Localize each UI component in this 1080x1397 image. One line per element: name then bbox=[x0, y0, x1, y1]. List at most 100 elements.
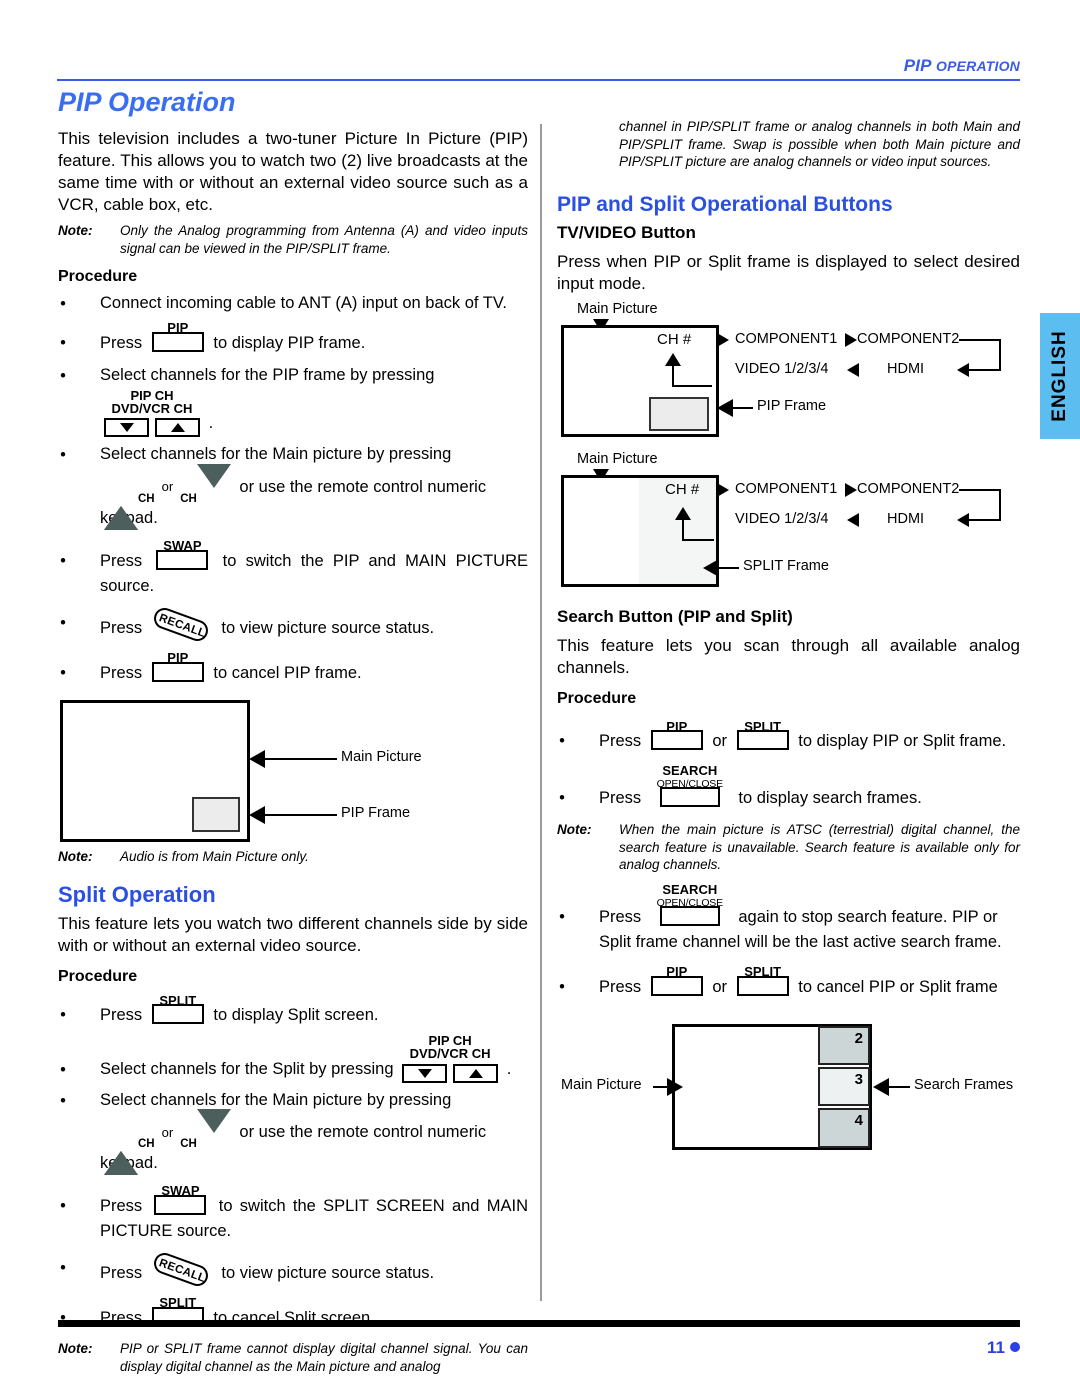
or-text: or bbox=[712, 732, 728, 751]
list-item: • Press RECALL to view picture source st… bbox=[58, 1249, 528, 1289]
channel-up-arrow[interactable]: CH bbox=[104, 1132, 155, 1175]
right-column: channel in PIP/SPLIT frame or analog cha… bbox=[557, 118, 1020, 1162]
leader-pip-frame bbox=[264, 814, 337, 817]
procedure-heading-split: Procedure bbox=[58, 968, 138, 986]
search-description: This feature lets you scan through all a… bbox=[557, 635, 1020, 678]
bullet-text-post: to display PIP frame. bbox=[213, 333, 366, 352]
bullet-text-post: to view picture source status. bbox=[221, 618, 435, 637]
channel-down-label: CH bbox=[180, 1138, 197, 1150]
key-recall[interactable]: RECALL bbox=[150, 1249, 211, 1289]
bullet-text: Select channels for the Main picture by … bbox=[100, 445, 452, 464]
triangle-up-icon bbox=[104, 1133, 138, 1175]
list-item: • Connect incoming cable to ANT (A) inpu… bbox=[58, 293, 528, 315]
leader-comp2-right bbox=[959, 338, 1001, 341]
label-main-picture: Main Picture bbox=[577, 450, 658, 467]
bullet-dot: • bbox=[60, 1258, 66, 1277]
label-video-inputs: VIDEO 1/2/3/4 bbox=[735, 360, 829, 377]
label-pip-frame: PIP Frame bbox=[341, 805, 411, 822]
label-component2: COMPONENT2 bbox=[857, 330, 960, 347]
trailing-period: . bbox=[208, 414, 214, 433]
key-pipch-dvdvcrch[interactable]: PIP CH DVD/VCR CH bbox=[104, 388, 200, 438]
intro-paragraph: This television includes a two-tuner Pic… bbox=[58, 128, 528, 214]
tvvideo-description: Press when PIP or Split frame is display… bbox=[557, 251, 1020, 293]
channel-arrow-group[interactable]: CH or CH bbox=[104, 1109, 231, 1175]
list-item: • Press SPLIT to display Split screen. bbox=[58, 993, 528, 1030]
key-pip-cancel-label: PIP bbox=[666, 964, 688, 980]
key-search[interactable]: SEARCH OPEN/CLOSE bbox=[657, 763, 723, 813]
label-hdmi: HDMI bbox=[887, 360, 925, 377]
label-main-picture: Main Picture bbox=[561, 1076, 642, 1093]
leader-split-frame bbox=[717, 566, 739, 569]
list-item: • Press PIP to cancel PIP frame. bbox=[58, 650, 528, 688]
key-dvdvcrch-label: DVD/VCR CH bbox=[409, 1045, 491, 1061]
list-item: • Press RECALL to view picture source st… bbox=[58, 604, 528, 644]
header-rule bbox=[57, 79, 1020, 81]
channel-arrow-group[interactable]: CH or CH bbox=[104, 463, 231, 530]
key-channel-down[interactable] bbox=[402, 1063, 448, 1083]
key-channel-up[interactable] bbox=[453, 1063, 499, 1083]
bullet-text-pre: Press bbox=[100, 618, 143, 637]
diagram-search-frames: 2 3 4 Main Picture Search Frames bbox=[557, 1012, 1020, 1162]
list-item: • Select channels for the Split by press… bbox=[58, 1033, 528, 1083]
channel-up-arrow[interactable]: CH bbox=[104, 487, 155, 530]
channel-down-arrow[interactable]: CH bbox=[180, 463, 231, 508]
key-swap[interactable]: SWAP bbox=[156, 538, 209, 576]
list-item: • Press PIP to display PIP frame. bbox=[58, 320, 528, 358]
note-atsc-unavailable: Note: When the main picture is ATSC (ter… bbox=[557, 821, 1020, 874]
key-channel-down[interactable] bbox=[104, 418, 149, 438]
leader-right-vertical bbox=[999, 488, 1001, 521]
bullet-text: Select channels for the Split by pressin… bbox=[100, 1059, 394, 1078]
list-item: • Press SEARCH OPEN/CLOSE to display sea… bbox=[557, 763, 1020, 813]
page-number-dot-icon bbox=[1010, 1342, 1020, 1352]
label-ch-number: CH # bbox=[657, 330, 692, 348]
key-split[interactable]: SPLIT bbox=[736, 719, 789, 756]
key-split-cancel[interactable]: SPLIT bbox=[736, 964, 789, 1002]
note-text: When the main picture is ATSC (terrestri… bbox=[619, 822, 1020, 873]
list-item: • Press PIP or SPLIT to display PIP or S… bbox=[557, 719, 1020, 756]
note-analog-only: Note: Only the Analog programming from A… bbox=[58, 222, 528, 257]
note-label: Note: bbox=[557, 822, 592, 838]
key-swap-label: SWAP bbox=[161, 1183, 200, 1199]
bullet-dot: • bbox=[60, 1091, 66, 1110]
arrow-to-hdmi bbox=[957, 512, 969, 527]
bullet-text: Select channels for the Main picture by … bbox=[100, 1090, 452, 1109]
arrow-to-component1 bbox=[717, 482, 729, 497]
leader-ch-vertical bbox=[672, 364, 674, 387]
bullet-text-pre: Press bbox=[599, 732, 642, 751]
manual-page: PIP OPERATION ENGLISH PIP Operation This… bbox=[0, 0, 1080, 1397]
leader-search-frames bbox=[888, 1085, 910, 1088]
arrow-to-hdmi bbox=[957, 362, 969, 377]
key-recall[interactable]: RECALL bbox=[150, 604, 211, 644]
key-pipch-dvdvcrch[interactable]: PIP CH DVD/VCR CH bbox=[402, 1033, 499, 1083]
split-operation-heading: Split Operation bbox=[58, 881, 216, 907]
column-divider bbox=[540, 124, 542, 1301]
key-pip-cancel[interactable]: PIP bbox=[650, 964, 703, 1002]
key-split[interactable]: SPLIT bbox=[151, 993, 204, 1030]
key-pip[interactable]: PIP bbox=[650, 719, 703, 756]
bullet-text-post: to cancel PIP or Split frame bbox=[798, 977, 998, 996]
bullet-dot: • bbox=[60, 663, 66, 682]
arrow-search-frames bbox=[873, 1077, 889, 1096]
key-search-sublabel: OPEN/CLOSE bbox=[656, 778, 723, 791]
bullet-dot: • bbox=[60, 1060, 66, 1079]
key-channel-up[interactable] bbox=[155, 418, 200, 438]
leader-ch-vertical bbox=[682, 518, 684, 541]
bullet-text-pre: Press bbox=[100, 1196, 143, 1215]
leader-right-vertical bbox=[999, 338, 1001, 371]
leader-ch-horizontal bbox=[672, 384, 712, 387]
key-pip-cancel[interactable]: PIP bbox=[151, 650, 204, 688]
leader-ch-horizontal bbox=[682, 538, 714, 541]
note-label: Note: bbox=[58, 223, 93, 239]
note-text: Only the Analog programming from Antenna… bbox=[120, 223, 528, 256]
key-swap[interactable]: SWAP bbox=[154, 1183, 207, 1221]
bullet-dot: • bbox=[60, 613, 66, 632]
diagram-split-input-flow: Main Picture CH # COMPONENT1 COMPONENT2 … bbox=[557, 451, 1020, 601]
label-video-inputs: VIDEO 1/2/3/4 bbox=[735, 510, 829, 527]
key-pip[interactable]: PIP bbox=[151, 320, 204, 358]
key-search[interactable]: SEARCH OPEN/CLOSE bbox=[657, 882, 723, 932]
key-pip-cancel-label: PIP bbox=[167, 650, 189, 666]
bullet-text-post: to display PIP or Split frame. bbox=[798, 732, 1007, 751]
channel-down-arrow[interactable]: CH bbox=[180, 1109, 231, 1153]
triangle-up-icon bbox=[468, 1068, 483, 1078]
leader-pip-frame bbox=[731, 406, 753, 409]
